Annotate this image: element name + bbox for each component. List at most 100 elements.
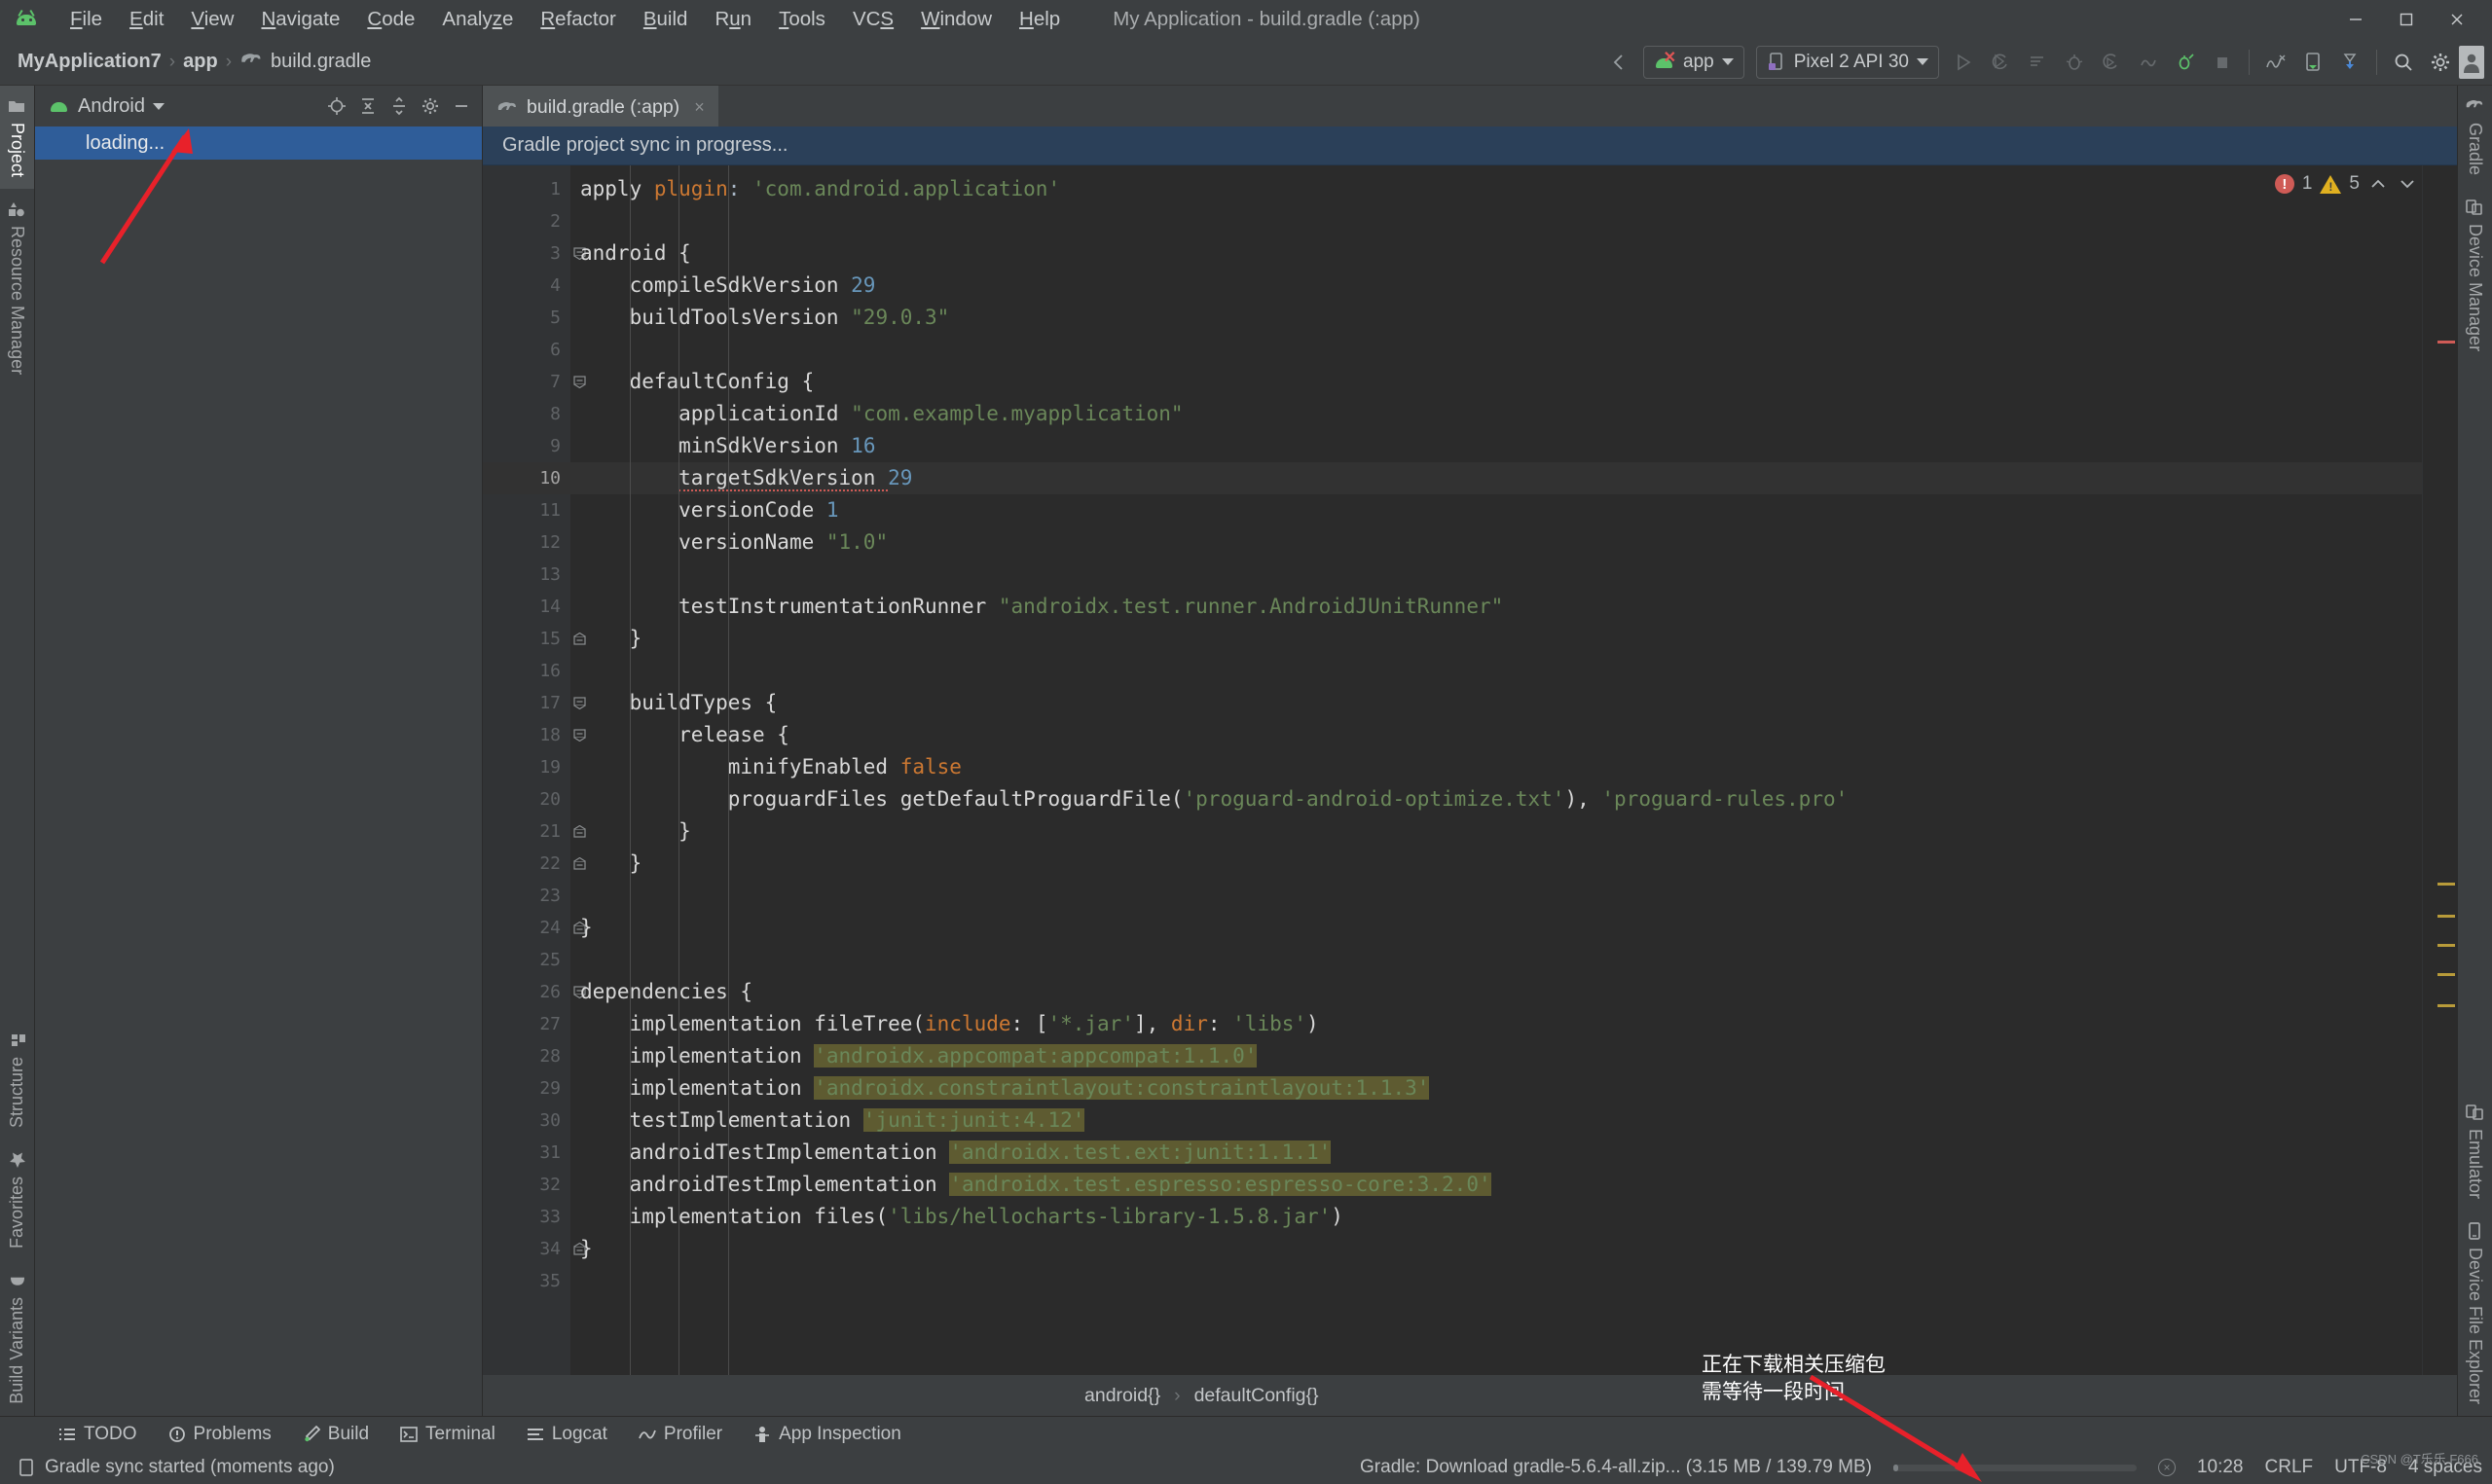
maximize-icon[interactable]: [2381, 0, 2432, 39]
tool-tab-device-file-explorer[interactable]: Device File Explorer: [2458, 1211, 2492, 1416]
code-line[interactable]: proguardFiles getDefaultProguardFile('pr…: [570, 783, 2422, 815]
toolwindow-button-problems[interactable]: Problems: [153, 1424, 287, 1445]
code-line[interactable]: dependencies {: [570, 976, 2422, 1008]
tree-item[interactable]: loading...: [35, 127, 482, 160]
code-line[interactable]: [570, 944, 2422, 976]
code-line[interactable]: versionCode 1: [570, 494, 2422, 526]
code-line[interactable]: }: [570, 848, 2422, 880]
code-content[interactable]: apply plugin: 'com.android.application' a…: [570, 165, 2422, 1375]
back-icon[interactable]: [1600, 43, 1637, 82]
chevron-up-icon[interactable]: [2367, 173, 2389, 195]
code-line[interactable]: buildTypes {: [570, 687, 2422, 719]
footer-crumb-defaultconfig[interactable]: defaultConfig{}: [1194, 1385, 1319, 1407]
menu-item-vcs[interactable]: VCS: [839, 4, 907, 35]
toolwindow-button-logcat[interactable]: Logcat: [511, 1424, 623, 1445]
code-line[interactable]: applicationId "com.example.myapplication…: [570, 398, 2422, 430]
breadcrumb-item-2[interactable]: build.gradle: [271, 51, 371, 73]
hide-panel-icon[interactable]: [447, 91, 476, 121]
menu-item-build[interactable]: Build: [630, 4, 702, 35]
gear-icon[interactable]: [416, 91, 445, 121]
menu-item-help[interactable]: Help: [1006, 4, 1074, 35]
code-line[interactable]: minifyEnabled false: [570, 751, 2422, 783]
collapse-all-icon[interactable]: [385, 91, 414, 121]
cancel-task-icon[interactable]: ×: [2157, 1459, 2176, 1476]
code-line[interactable]: }: [570, 623, 2422, 655]
code-line[interactable]: }: [570, 912, 2422, 944]
caret-position[interactable]: 10:28: [2197, 1457, 2244, 1478]
run-icon[interactable]: [1945, 43, 1982, 82]
code-line[interactable]: androidTestImplementation 'androidx.test…: [570, 1137, 2422, 1169]
toolwindow-button-app-inspection[interactable]: App Inspection: [738, 1424, 917, 1445]
code-line[interactable]: [570, 559, 2422, 591]
run-configuration-selector[interactable]: ✕ app: [1643, 45, 1744, 79]
code-line[interactable]: apply plugin: 'com.android.application': [570, 173, 2422, 205]
code-line[interactable]: testInstrumentationRunner "androidx.test…: [570, 591, 2422, 623]
run-coverage-icon[interactable]: [2093, 43, 2130, 82]
menu-item-tools[interactable]: Tools: [765, 4, 839, 35]
code-line[interactable]: }: [570, 1233, 2422, 1265]
code-line[interactable]: implementation fileTree(include: ['*.jar…: [570, 1008, 2422, 1040]
tool-tab-project[interactable]: Project: [0, 86, 34, 190]
code-line[interactable]: }: [570, 815, 2422, 848]
code-line[interactable]: buildToolsVersion "29.0.3": [570, 302, 2422, 334]
code-line[interactable]: implementation files('libs/hellocharts-l…: [570, 1201, 2422, 1233]
code-line[interactable]: [570, 880, 2422, 912]
code-line[interactable]: [570, 205, 2422, 237]
code-line[interactable]: implementation 'androidx.appcompat:appco…: [570, 1040, 2422, 1072]
apply-changes-icon[interactable]: [1982, 43, 2019, 82]
tool-tab-favorites[interactable]: Favorites: [0, 1140, 34, 1260]
search-icon[interactable]: [2385, 43, 2422, 82]
code-line[interactable]: [570, 334, 2422, 366]
code-line[interactable]: compileSdkVersion 29: [570, 270, 2422, 302]
code-line[interactable]: [570, 1265, 2422, 1297]
code-line[interactable]: androidTestImplementation 'androidx.test…: [570, 1169, 2422, 1201]
chevron-down-icon[interactable]: [2397, 173, 2418, 195]
code-line[interactable]: minSdkVersion 16: [570, 430, 2422, 462]
project-tree[interactable]: loading...: [35, 127, 482, 1416]
minimize-icon[interactable]: [2330, 0, 2381, 39]
sdk-manager-icon[interactable]: [2257, 43, 2294, 82]
profile-icon[interactable]: [2130, 43, 2167, 82]
toolwindow-button-profiler[interactable]: Profiler: [623, 1424, 738, 1445]
debug-icon[interactable]: [2056, 43, 2093, 82]
code-line[interactable]: targetSdkVersion 29: [570, 462, 2422, 494]
sync-gradle-icon[interactable]: [2331, 43, 2368, 82]
ide-notification-icon[interactable]: [18, 1458, 35, 1477]
menu-item-edit[interactable]: Edit: [116, 4, 177, 35]
menu-item-navigate[interactable]: Navigate: [247, 4, 353, 35]
device-selector[interactable]: Pixel 2 API 30: [1755, 45, 1939, 79]
close-icon[interactable]: ×: [694, 97, 705, 118]
editor-tab-build-gradle[interactable]: build.gradle (:app) ×: [483, 86, 718, 127]
code-line[interactable]: [570, 655, 2422, 687]
menu-item-code[interactable]: Code: [353, 4, 428, 35]
code-line[interactable]: defaultConfig {: [570, 366, 2422, 398]
menu-item-run[interactable]: Run: [701, 4, 765, 35]
locate-icon[interactable]: [322, 91, 351, 121]
menu-item-analyze[interactable]: Analyze: [428, 4, 527, 35]
code-editor[interactable]: 1 2 3 4 5 6 7 8 9 10 11 12 13 14 15 16 17 18 19 20 21 22 23 24 2…: [483, 165, 2457, 1375]
breadcrumb-item-1[interactable]: app: [183, 51, 218, 73]
code-line[interactable]: testImplementation 'junit:junit:4.12': [570, 1104, 2422, 1137]
tool-tab-emulator[interactable]: Emulator: [2458, 1092, 2492, 1211]
tool-tab-resource-manager[interactable]: Resource Manager: [0, 189, 34, 386]
tool-tab-device-manager[interactable]: Device Manager: [2458, 187, 2492, 363]
toolwindow-button-build[interactable]: Build: [287, 1424, 385, 1445]
inspection-summary[interactable]: ! 1 5: [2274, 173, 2418, 195]
breadcrumb-item-0[interactable]: MyApplication7: [18, 51, 162, 73]
expand-all-icon[interactable]: [353, 91, 383, 121]
apply-code-changes-icon[interactable]: [2019, 43, 2056, 82]
gear-icon[interactable]: [2422, 43, 2459, 82]
chevron-down-icon[interactable]: [152, 102, 165, 110]
toolwindow-button-todo[interactable]: TODO: [43, 1424, 153, 1445]
line-separator[interactable]: CRLF: [2265, 1457, 2314, 1478]
stop-icon[interactable]: [2204, 43, 2241, 82]
menu-item-file[interactable]: File: [56, 4, 116, 35]
code-line[interactable]: release {: [570, 719, 2422, 751]
toolwindow-button-terminal[interactable]: Terminal: [385, 1424, 511, 1445]
close-icon[interactable]: [2432, 0, 2482, 39]
tool-tab-build-variants[interactable]: Build Variants: [0, 1260, 34, 1416]
error-stripe-gutter[interactable]: [2422, 165, 2457, 1375]
menu-item-window[interactable]: Window: [907, 4, 1006, 35]
menu-item-refactor[interactable]: Refactor: [527, 4, 629, 35]
code-line[interactable]: implementation 'androidx.constraintlayou…: [570, 1072, 2422, 1104]
